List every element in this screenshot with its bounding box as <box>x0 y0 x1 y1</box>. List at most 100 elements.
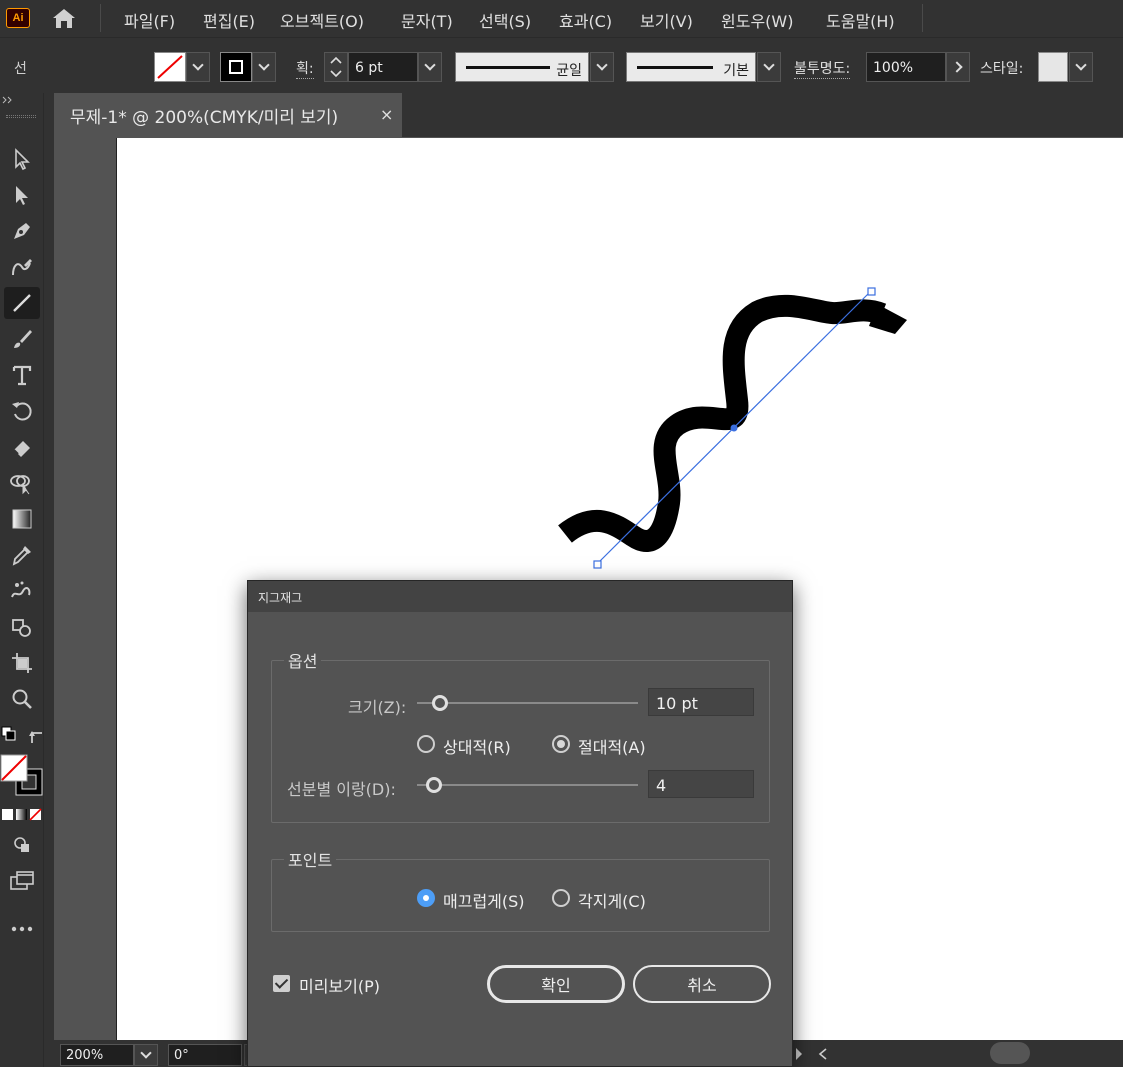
menu-bar: Ai 파일(F) 편집(E) 오브젝트(O) 문자(T) 선택(S) 효과(C)… <box>0 0 1123 36</box>
ridges-input[interactable]: 4 <box>648 770 754 798</box>
app-logo: Ai <box>6 8 30 28</box>
chevron-right-icon <box>950 61 963 73</box>
close-icon[interactable]: × <box>380 105 393 124</box>
size-slider-track[interactable] <box>417 702 638 704</box>
shape-builder-tool-icon[interactable] <box>4 467 40 499</box>
opacity-label[interactable]: 불투명도: <box>794 58 851 79</box>
rotation-input[interactable]: 0° <box>168 1044 242 1066</box>
absolute-radio-label[interactable]: 절대적(A) <box>578 734 646 758</box>
document-tab[interactable]: 무제-1* @ 200%(CMYK/미리 보기) × <box>54 93 402 137</box>
cancel-button[interactable]: 취소 <box>633 965 771 1003</box>
anchor-point-end[interactable] <box>867 287 876 296</box>
stroke-weight-input[interactable]: 6 pt <box>348 52 418 82</box>
collapse-panel-icon[interactable] <box>2 95 16 105</box>
fill-stroke-indicator[interactable] <box>0 753 44 799</box>
preview-checkbox-label[interactable]: 미리보기(P) <box>299 973 380 997</box>
ridges-slider-track[interactable] <box>417 784 638 786</box>
variable-width-profile[interactable]: 균일 <box>455 52 589 82</box>
options-group-title: 옵션 <box>284 648 322 672</box>
relative-radio[interactable] <box>417 735 435 753</box>
screen-mode-icon[interactable] <box>4 865 40 897</box>
symbol-sprayer-tool-icon[interactable] <box>4 575 40 607</box>
stroke-swatch[interactable] <box>220 52 252 82</box>
stroke-dropdown[interactable] <box>252 52 276 82</box>
dialog-title[interactable]: 지그재그 <box>248 581 792 612</box>
stroke-square-icon <box>229 60 243 74</box>
relative-radio-label[interactable]: 상대적(R) <box>443 734 511 758</box>
corner-radio[interactable] <box>552 889 570 907</box>
more-tools-icon[interactable] <box>4 913 40 945</box>
ridges-label: 선분별 이랑(D): <box>287 780 396 799</box>
zoom-level-input[interactable]: 200% <box>60 1044 134 1066</box>
brush-dropdown[interactable] <box>757 52 781 82</box>
pen-tool-icon[interactable] <box>4 215 40 247</box>
opacity-expand-button[interactable] <box>946 52 970 82</box>
stroke-weight-dropdown[interactable] <box>418 52 442 82</box>
center-point <box>730 424 738 432</box>
style-label: 스타일: <box>980 61 1024 77</box>
size-input[interactable]: 10 pt <box>648 688 754 716</box>
menu-select[interactable]: 선택(S) <box>479 8 531 32</box>
opacity-input[interactable]: 100% <box>866 52 946 82</box>
selection-tool-icon[interactable] <box>4 143 40 175</box>
profile-line-icon <box>466 66 550 69</box>
brush-line-icon <box>637 66 713 69</box>
brush-definition[interactable]: 기본 <box>626 52 756 82</box>
line-segment-tool-icon[interactable] <box>4 287 40 319</box>
rotate-tool-icon[interactable] <box>4 395 40 427</box>
menu-window[interactable]: 윈도우(W) <box>721 8 793 32</box>
fill-dropdown[interactable] <box>186 52 210 82</box>
zoom-dropdown[interactable] <box>134 1044 158 1066</box>
color-gradient-none-icon <box>2 808 42 821</box>
corner-radio-label[interactable]: 각지게(C) <box>578 888 646 912</box>
selection-type-label: 선 <box>14 61 27 77</box>
gradient-tool-icon[interactable] <box>4 503 40 535</box>
menu-edit[interactable]: 편집(E) <box>203 8 255 32</box>
zigzag-stroke[interactable] <box>558 294 887 552</box>
menu-help[interactable]: 도움말(H) <box>826 8 895 32</box>
menu-type[interactable]: 문자(T) <box>401 8 453 32</box>
smooth-radio-label[interactable]: 매끄럽게(S) <box>443 888 525 912</box>
eraser-tool-icon[interactable] <box>4 431 40 463</box>
chevron-down-icon <box>192 59 204 71</box>
zigzag-dialog: 지그재그 옵션 크기(Z): 10 pt 상대적(R) 절대적(A) 선분별 이… <box>247 580 793 1067</box>
illustrator-window: Ai 파일(F) 편집(E) 오브젝트(O) 문자(T) 선택(S) 효과(C)… <box>0 0 1123 1067</box>
zoom-tool-icon[interactable] <box>4 683 40 715</box>
style-swatch[interactable] <box>1038 52 1068 82</box>
profile-dropdown[interactable] <box>590 52 614 82</box>
fill-swatch[interactable] <box>154 52 186 82</box>
drawing-modes-icon[interactable] <box>4 829 40 861</box>
anchor-point-start[interactable] <box>593 560 602 569</box>
ridges-slider-knob[interactable] <box>425 777 442 793</box>
preview-checkbox[interactable] <box>273 975 290 992</box>
eyedropper-tool-icon[interactable] <box>4 539 40 571</box>
home-icon[interactable] <box>50 6 78 30</box>
paintbrush-tool-icon[interactable] <box>4 323 40 355</box>
menu-view[interactable]: 보기(V) <box>640 8 693 32</box>
style-dropdown[interactable] <box>1069 52 1093 82</box>
direct-selection-tool-icon[interactable] <box>4 179 40 211</box>
points-group-title: 포인트 <box>284 847 337 871</box>
curvature-tool-icon[interactable] <box>4 251 40 283</box>
smooth-radio[interactable] <box>417 889 435 907</box>
shapes-tool-icon[interactable] <box>4 611 40 643</box>
default-colors-swap[interactable] <box>0 725 44 747</box>
ok-button[interactable]: 확인 <box>487 965 625 1003</box>
menu-object[interactable]: 오브젝트(O) <box>280 8 364 32</box>
color-mode-buttons[interactable] <box>1 807 43 821</box>
menu-file[interactable]: 파일(F) <box>124 8 175 32</box>
status-menu-arrows-icon[interactable] <box>792 1046 832 1062</box>
artboard-tool-icon[interactable] <box>4 647 40 679</box>
stroke-label[interactable]: 획: <box>296 58 314 79</box>
absolute-radio[interactable] <box>552 735 570 753</box>
menu-effect[interactable]: 효과(C) <box>559 8 612 32</box>
stepper-arrows-icon <box>330 56 342 78</box>
type-tool-icon[interactable] <box>4 359 40 391</box>
chevron-down-icon <box>424 59 436 71</box>
swap-colors-icon <box>1 726 42 743</box>
stroke-weight-stepper[interactable] <box>324 52 348 82</box>
horizontal-scrollbar-thumb[interactable] <box>990 1042 1030 1064</box>
none-swatch-icon <box>157 55 183 79</box>
size-label: 크기(Z): <box>348 698 407 717</box>
panel-grip[interactable] <box>6 115 36 118</box>
